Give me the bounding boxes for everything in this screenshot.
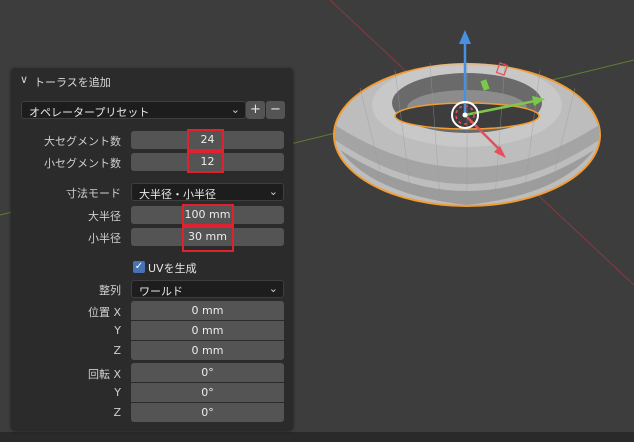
rotation-x-field[interactable]: 0° xyxy=(131,363,284,382)
highlight-box xyxy=(187,151,224,173)
status-bar xyxy=(0,432,634,442)
location-z-field[interactable]: 0 mm xyxy=(131,341,284,360)
chevron-down-icon: ⌄ xyxy=(268,185,278,198)
rotation-z-field[interactable]: 0° xyxy=(131,403,284,422)
location-fields: 0 mm 0 mm 0 mm xyxy=(131,301,284,360)
align-value: ワールド xyxy=(139,285,183,298)
highlight-box xyxy=(182,204,234,226)
check-icon: ✓ xyxy=(134,261,144,272)
chevron-down-icon[interactable]: ∨ xyxy=(20,73,28,86)
rotation-x-label: 回転 X xyxy=(87,368,121,381)
dimension-mode-dropdown[interactable]: 大半径・小半径 ⌄ xyxy=(131,183,284,201)
location-x-label: 位置 X xyxy=(87,306,121,319)
major-radius-label: 大半径 xyxy=(88,210,121,223)
preset-label: オペレータープリセット xyxy=(29,106,150,119)
generate-uv-checkbox[interactable]: ✓ xyxy=(133,261,145,273)
chevron-down-icon: ⌄ xyxy=(268,282,278,295)
minor-radius-label: 小半径 xyxy=(88,232,121,245)
minor-segments-label: 小セグメント数 xyxy=(44,157,121,170)
dimension-mode-value: 大半径・小半径 xyxy=(139,188,216,201)
chevron-down-icon: ⌄ xyxy=(230,103,240,116)
add-preset-button[interactable]: + xyxy=(246,101,265,119)
highlight-box xyxy=(187,129,224,151)
location-x-field[interactable]: 0 mm xyxy=(131,301,284,320)
generate-uv-label[interactable]: UVを生成 xyxy=(148,260,197,276)
torus-mesh xyxy=(333,62,601,207)
rotation-y-field[interactable]: 0° xyxy=(131,383,284,402)
panel-title[interactable]: トーラスを追加 xyxy=(34,74,111,90)
location-y-field[interactable]: 0 mm xyxy=(131,321,284,340)
add-torus-panel: ∨ トーラスを追加 オペレータープリセット ⌄ + − 大セグメント数 24 小… xyxy=(11,68,293,430)
major-segments-label: 大セグメント数 xyxy=(44,135,121,148)
operator-preset-dropdown[interactable]: オペレータープリセット ⌄ xyxy=(21,101,246,119)
location-y-label: Y xyxy=(114,324,121,337)
align-dropdown[interactable]: ワールド ⌄ xyxy=(131,280,284,298)
dimension-mode-label: 寸法モード xyxy=(66,187,121,200)
remove-preset-button[interactable]: − xyxy=(266,101,285,119)
location-z-label: Z xyxy=(113,344,121,357)
align-label: 整列 xyxy=(99,284,121,297)
rotation-z-label: Z xyxy=(113,406,121,419)
highlight-box xyxy=(182,226,234,252)
rotation-fields: 0° 0° 0° xyxy=(131,363,284,422)
rotation-y-label: Y xyxy=(114,386,121,399)
